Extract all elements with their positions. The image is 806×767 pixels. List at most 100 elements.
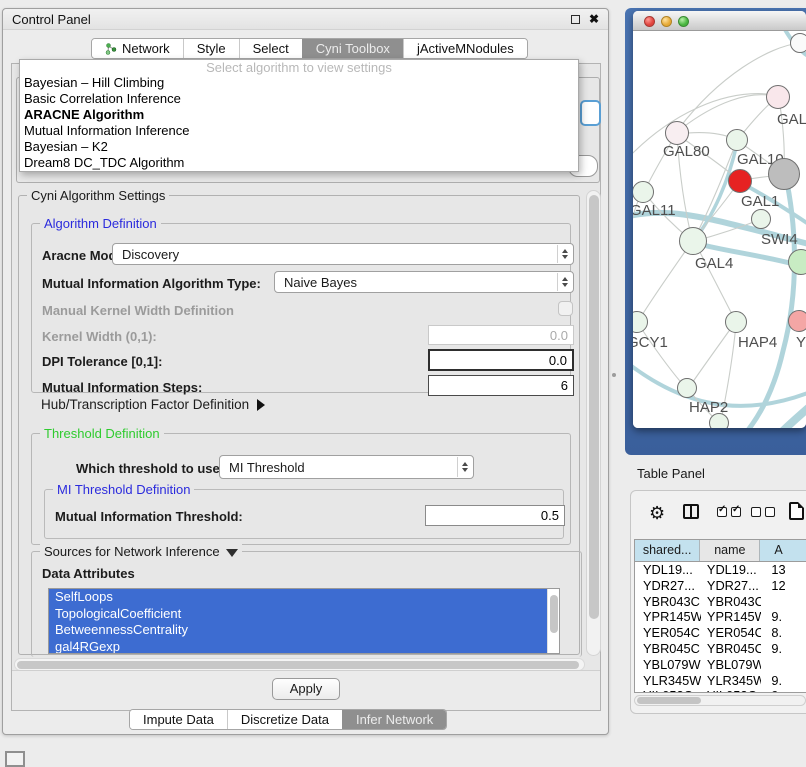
network-window: GAL7GAL80GAL10GAL1GAL11SWI4GAL4GCY1HAP4Y… xyxy=(633,11,806,428)
select-all-checkbox-icon[interactable] xyxy=(717,507,727,517)
window-title: Control Panel xyxy=(12,12,91,27)
node-gal7[interactable] xyxy=(766,85,790,109)
tab-cyni-toolbox[interactable]: Cyni Toolbox xyxy=(302,39,403,58)
tab-label: jActiveMNodules xyxy=(417,41,514,56)
hub-definition-label: Hub/Transcription Factor Definition xyxy=(41,397,249,412)
network-canvas[interactable]: GAL7GAL80GAL10GAL1GAL11SWI4GAL4GCY1HAP4Y… xyxy=(633,31,806,428)
tab-infer-network[interactable]: Infer Network xyxy=(342,710,446,729)
table-cell: YDR27... xyxy=(701,578,762,594)
table-row[interactable]: YER054CYER054C8. xyxy=(635,625,806,641)
tab-label: Select xyxy=(253,41,289,56)
node-node-top-unnamed[interactable] xyxy=(790,33,806,53)
control-panel-tabbar: NetworkStyle Select Cyni Toolbox jActiveMNo… xyxy=(91,38,528,59)
apply-button[interactable]: Apply xyxy=(272,678,340,700)
data-attributes-label: Data Attributes xyxy=(42,566,135,581)
select-all-checkbox-icon-2[interactable] xyxy=(731,507,741,517)
table-horizontal-scrollbar[interactable] xyxy=(634,695,806,706)
node-gal10[interactable] xyxy=(726,129,748,151)
minimize-traffic-icon[interactable] xyxy=(661,16,672,27)
tab-impute-data[interactable]: Impute Data xyxy=(130,710,227,729)
data-attributes-list[interactable]: SelfLoopsTopologicalCoefficientBetweenne… xyxy=(48,588,560,654)
tab-select[interactable]: Select xyxy=(239,39,302,58)
table-row[interactable]: YBR043CYBR043C xyxy=(635,594,806,610)
node-node-bottom-unnamed[interactable] xyxy=(709,413,729,428)
hidden-combo-fragment xyxy=(580,100,601,126)
close-icon[interactable]: ✖ xyxy=(589,14,599,24)
mi-steps-input[interactable]: 6 xyxy=(428,375,574,396)
node-label-node-pink-right: Y xyxy=(796,334,806,351)
gear-icon[interactable]: ⚙ xyxy=(649,501,665,525)
table-cell: 9. xyxy=(761,641,806,657)
table-row[interactable]: YBL079WYBL079W xyxy=(635,657,806,673)
node-gal11[interactable] xyxy=(633,181,654,203)
columns-icon[interactable] xyxy=(683,504,699,519)
mi-threshold-input[interactable]: 0.5 xyxy=(425,505,565,526)
spinner-arrows-icon xyxy=(457,457,472,477)
table-cell: YDR27... xyxy=(635,578,701,594)
vertical-scroll-thumb[interactable] xyxy=(589,195,599,619)
node-gal80[interactable] xyxy=(665,121,689,145)
attribute-item-topologicalcoefficient[interactable]: TopologicalCoefficient xyxy=(49,606,547,623)
settings-vertical-scrollbar[interactable] xyxy=(586,190,601,656)
zoom-traffic-icon[interactable] xyxy=(678,16,689,27)
table-cell: YLR345W xyxy=(701,673,762,689)
table-row[interactable]: YDR27...YDR27...12 xyxy=(635,578,806,594)
table-header-a[interactable]: A xyxy=(760,540,806,561)
table-cell: YIL052C xyxy=(701,688,762,693)
which-threshold-combobox[interactable]: MI Threshold xyxy=(219,455,474,479)
hub-definition-toggle[interactable]: Hub/Transcription Factor Definition xyxy=(41,397,265,412)
node-hap2[interactable] xyxy=(677,378,697,398)
table-hscroll-thumb[interactable] xyxy=(637,697,701,704)
tab-network[interactable]: Network xyxy=(92,39,183,58)
dock-icon[interactable] xyxy=(5,751,25,767)
float-window-icon[interactable] xyxy=(571,15,580,24)
node-node-pink-right[interactable] xyxy=(788,310,806,332)
tab-jactivemnodules[interactable]: jActiveMNodules xyxy=(403,39,527,58)
mi-algorithm-type-combobox[interactable]: Naive Bayes xyxy=(274,271,574,293)
tab-style[interactable]: Style xyxy=(183,39,239,58)
table-row[interactable]: YIL052CYIL052C9 xyxy=(635,688,806,693)
network-window-titlebar[interactable] xyxy=(633,11,806,31)
dpi-tolerance-input[interactable]: 0.0 xyxy=(428,349,574,371)
algorithm-definition-group: Algorithm Definition Aracne Mode: Discov… xyxy=(31,223,571,393)
attribute-item-selfloops[interactable]: SelfLoops xyxy=(49,589,547,606)
node-node-gray-unnamed[interactable] xyxy=(768,158,800,190)
deselect-all-checkbox-icon[interactable] xyxy=(751,507,761,517)
node-gal4[interactable] xyxy=(679,227,707,255)
algorithm-option-bayesian-k2[interactable]: Bayesian – K2 xyxy=(20,139,578,155)
mi-algorithm-type-label: Mutual Information Algorithm Type: xyxy=(42,276,261,291)
attributes-list-scrollbar[interactable] xyxy=(547,589,559,653)
cyni-algorithm-settings-group: Cyni Algorithm Settings Algorithm Defini… xyxy=(18,195,580,655)
table-header-name[interactable]: name xyxy=(700,540,760,561)
algorithm-option-basic-correlation-inference[interactable]: Basic Correlation Inference xyxy=(20,91,578,107)
expand-right-icon xyxy=(257,399,265,411)
sources-group-label: Sources for Network Inference xyxy=(44,544,220,559)
manual-kernel-width-checkbox[interactable] xyxy=(558,301,573,316)
export-table-icon[interactable] xyxy=(789,502,804,520)
algorithm-option-mutual-information-inference[interactable]: Mutual Information Inference xyxy=(20,123,578,139)
algorithm-option-dream8-dc-tdc-algorithm[interactable]: Dream8 DC_TDC Algorithm xyxy=(20,155,578,171)
node-hap4[interactable] xyxy=(725,311,747,333)
table-row[interactable]: YDL19...YDL19...13 xyxy=(635,562,806,578)
node-gal1[interactable] xyxy=(728,169,752,193)
horizontal-scroll-thumb[interactable] xyxy=(17,661,579,669)
kernel-width-input[interactable]: 0.0 xyxy=(428,325,574,345)
table-row[interactable]: YPR145WYPR145W9. xyxy=(635,609,806,625)
algorithm-option-bayesian-hill-climbing[interactable]: Bayesian – Hill Climbing xyxy=(20,75,578,91)
table-row[interactable]: YLR345WYLR345W9. xyxy=(635,673,806,689)
table-header-shared[interactable]: shared... xyxy=(635,540,700,561)
sources-group-title[interactable]: Sources for Network Inference xyxy=(40,544,242,559)
tab-discretize-data[interactable]: Discretize Data xyxy=(227,710,342,729)
deselect-all-checkbox-icon-2[interactable] xyxy=(765,507,775,517)
close-traffic-icon[interactable] xyxy=(644,16,655,27)
algorithm-popup-placeholder: Select algorithm to view settings xyxy=(20,60,578,75)
node-swi4[interactable] xyxy=(751,209,771,229)
algorithm-option-aracne-algorithm[interactable]: ARACNE Algorithm xyxy=(20,107,578,123)
panel-splitter-handle[interactable] xyxy=(612,373,616,377)
aracne-mode-combobox[interactable]: Discovery xyxy=(112,243,574,265)
attribute-item-gal4rgexp[interactable]: gal4RGexp xyxy=(49,639,547,655)
table-row[interactable]: YBR045CYBR045C9. xyxy=(635,641,806,657)
attribute-item-betweennesscentrality[interactable]: BetweennessCentrality xyxy=(49,622,547,639)
tab-label: Cyni Toolbox xyxy=(316,41,390,56)
threshold-definition-title: Threshold Definition xyxy=(40,426,164,441)
